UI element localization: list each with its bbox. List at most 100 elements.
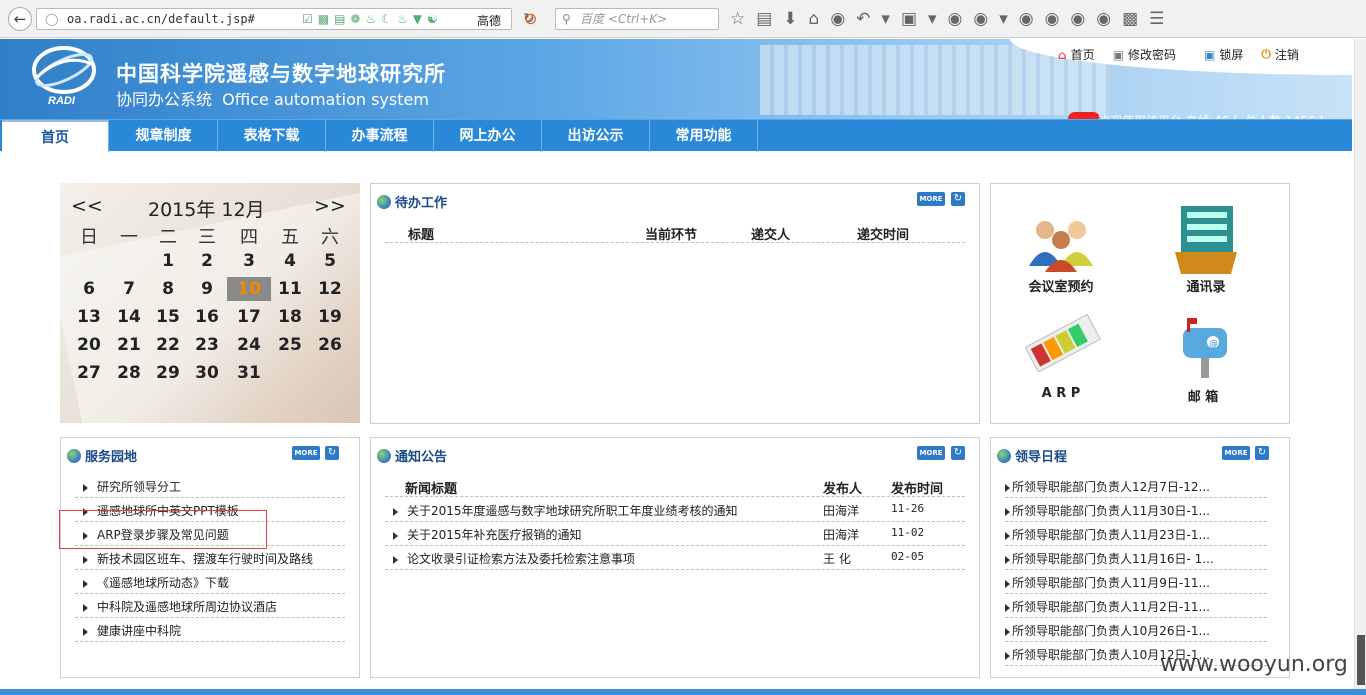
calendar-day[interactable]: 3 xyxy=(231,251,267,271)
calendar-day[interactable]: 2 xyxy=(189,251,225,271)
globe-icon xyxy=(377,448,391,463)
notice-refresh-icon[interactable]: ↻ xyxy=(951,446,965,460)
browser-tool-icons[interactable]: ☆▤⬇⌂◉↶▾▣▾◉◉▾◉◉◉◉▩☰ xyxy=(730,9,1175,29)
schedule-item[interactable]: 所领导职能部门负责人11月9日-11... xyxy=(1005,574,1210,591)
calendar-day[interactable]: 15 xyxy=(150,307,186,327)
divider xyxy=(385,242,965,243)
mailbox-icon[interactable]: @ xyxy=(1175,314,1235,380)
calendar-day[interactable]: 19 xyxy=(312,307,348,327)
schedule-item[interactable]: 所领导职能部门负责人10月26日-1... xyxy=(1005,622,1210,639)
calendar-day[interactable]: 25 xyxy=(272,335,308,355)
calendar-day[interactable]: 22 xyxy=(150,335,186,355)
calendar-today[interactable]: 10 xyxy=(227,277,271,301)
notice-link[interactable]: 关于2015年度遥感与数字地球研究所职工年度业绩考核的通知 xyxy=(393,502,738,519)
service-item[interactable]: 研究所领导分工 xyxy=(83,478,181,495)
calendar-day[interactable]: 13 xyxy=(71,307,107,327)
url-text: oa.radi.ac.cn/default.jsp# xyxy=(67,12,255,26)
gaode-link[interactable]: 高德 xyxy=(477,12,501,29)
schedule-refresh-icon[interactable]: ↻ xyxy=(1255,446,1269,460)
scrollbar-thumb[interactable] xyxy=(1357,635,1365,685)
app-arp[interactable]: A R P xyxy=(1011,386,1111,401)
calendar-day[interactable]: 24 xyxy=(231,335,267,355)
todo-more-button[interactable]: MORE xyxy=(917,192,945,206)
calendar-day[interactable]: 26 xyxy=(312,335,348,355)
notice-title: 通知公告 xyxy=(377,446,447,465)
address-bar[interactable]: ◯ oa.radi.ac.cn/default.jsp# ☑▩▤❁♨☾♨▼☯ 高… xyxy=(36,8,535,30)
notice-publisher: 王 化 xyxy=(823,552,851,566)
calendar-day[interactable]: 6 xyxy=(71,279,107,299)
top-link-home[interactable]: ⌂ 首页 xyxy=(1058,46,1095,63)
nav-procedures[interactable]: 办事流程 xyxy=(326,120,434,152)
service-refresh-icon[interactable]: ↻ xyxy=(325,446,339,460)
nav-online-office[interactable]: 网上办公 xyxy=(434,120,542,152)
todo-refresh-icon[interactable]: ↻ xyxy=(951,192,965,206)
addressbook-icon[interactable] xyxy=(1171,202,1241,276)
top-link-lock[interactable]: ▣ 锁屏 xyxy=(1204,46,1243,63)
todo-col-title: 标题 xyxy=(408,228,435,243)
calendar-day[interactable]: 8 xyxy=(150,279,186,299)
service-item[interactable]: 中科院及遥感地球所周边协议酒店 xyxy=(83,598,277,615)
nav-forms[interactable]: 表格下载 xyxy=(218,120,326,152)
divider xyxy=(1005,617,1267,618)
notice-link[interactable]: 关于2015年补充医疗报销的通知 xyxy=(393,526,582,543)
calendar-day[interactable]: 4 xyxy=(272,251,308,271)
notice-link[interactable]: 论文收录引证检索方法及委托检索注意事项 xyxy=(393,550,635,567)
nav-visits[interactable]: 出访公示 xyxy=(542,120,650,152)
back-icon[interactable]: ← xyxy=(8,7,32,31)
calendar-day[interactable]: 1 xyxy=(150,251,186,271)
schedule-item[interactable]: 所领导职能部门负责人11月2日-11... xyxy=(1005,598,1210,615)
calendar-day[interactable]: 14 xyxy=(111,307,147,327)
top-link-logout[interactable]: ⏻ 注销 xyxy=(1261,46,1299,63)
weekday-label: 六 xyxy=(321,227,339,248)
nav-common[interactable]: 常用功能 xyxy=(650,120,758,152)
search-icon: ⚲ xyxy=(562,12,571,26)
schedule-more-button[interactable]: MORE xyxy=(1222,446,1250,460)
calendar-day[interactable]: 12 xyxy=(312,279,348,299)
calendar-day[interactable]: 9 xyxy=(189,279,225,299)
schedule-item[interactable]: 所领导职能部门负责人12月7日-12... xyxy=(1005,478,1210,495)
calendar-day[interactable]: 16 xyxy=(189,307,225,327)
bullet-icon xyxy=(1005,531,1010,540)
calendar-day[interactable]: 21 xyxy=(111,335,147,355)
app-mailbox[interactable]: 邮 箱 xyxy=(1153,386,1253,405)
calendar: << 2015年 12月 >> 日一二三四五六 1 2 3 4 5 6 7 8 9 10 11 12 13… xyxy=(60,183,360,423)
todo-col-time: 递交时间 xyxy=(857,228,910,243)
calendar-day[interactable]: 30 xyxy=(189,363,225,383)
app-meeting-room[interactable]: 会议室预约 xyxy=(1011,276,1111,295)
service-item[interactable]: 健康讲座中科院 xyxy=(83,622,181,639)
addon-icons[interactable]: ☑▩▤❁♨☾♨▼☯ xyxy=(302,12,443,26)
scrollbar[interactable] xyxy=(1354,39,1366,689)
service-more-button[interactable]: MORE xyxy=(292,446,320,460)
calendar-day[interactable]: 27 xyxy=(71,363,107,383)
nav-regulations[interactable]: 规章制度 xyxy=(110,120,218,152)
calendar-day[interactable]: 7 xyxy=(111,279,147,299)
calendar-day[interactable]: 18 xyxy=(272,307,308,327)
calendar-day[interactable]: 5 xyxy=(312,251,348,271)
schedule-item[interactable]: 所领导职能部门负责人11月30日-1... xyxy=(1005,502,1210,519)
service-item[interactable]: 《遥感地球所动态》下载 xyxy=(83,574,229,591)
divider xyxy=(385,521,965,522)
app-addressbook[interactable]: 通讯录 xyxy=(1156,276,1256,295)
calendar-day[interactable]: 29 xyxy=(150,363,186,383)
calendar-day[interactable]: 20 xyxy=(71,335,107,355)
schedule-item[interactable]: 所领导职能部门负责人11月16日- 1... xyxy=(1005,550,1214,567)
calendar-day[interactable]: 28 xyxy=(111,363,147,383)
divider xyxy=(385,569,965,570)
divider xyxy=(1005,545,1267,546)
calendar-next[interactable]: >> xyxy=(314,195,346,217)
calendar-day[interactable]: 11 xyxy=(272,279,308,299)
arp-icon[interactable] xyxy=(1021,312,1101,372)
calendar-day[interactable]: 23 xyxy=(189,335,225,355)
meeting-icon[interactable] xyxy=(1021,208,1101,272)
calendar-prev[interactable]: << xyxy=(71,195,103,217)
schedule-item[interactable]: 所领导职能部门负责人11月23日-1... xyxy=(1005,526,1210,543)
notice-more-button[interactable]: MORE xyxy=(917,446,945,460)
service-item[interactable]: 新技术园区班车、摆渡车行驶时间及路线 xyxy=(83,550,313,567)
search-input[interactable]: ⚲ 百度 <Ctrl+K> xyxy=(555,8,719,30)
top-link-password[interactable]: ▣ 修改密码 xyxy=(1113,46,1176,63)
calendar-day[interactable]: 17 xyxy=(231,307,267,327)
main-nav: 首页 规章制度 表格下载 办事流程 网上办公 出访公示 常用功能 xyxy=(0,119,1352,152)
nav-home[interactable]: 首页 xyxy=(2,120,109,152)
block-icon[interactable]: ⊘ xyxy=(524,9,537,28)
calendar-day[interactable]: 31 xyxy=(231,363,267,383)
